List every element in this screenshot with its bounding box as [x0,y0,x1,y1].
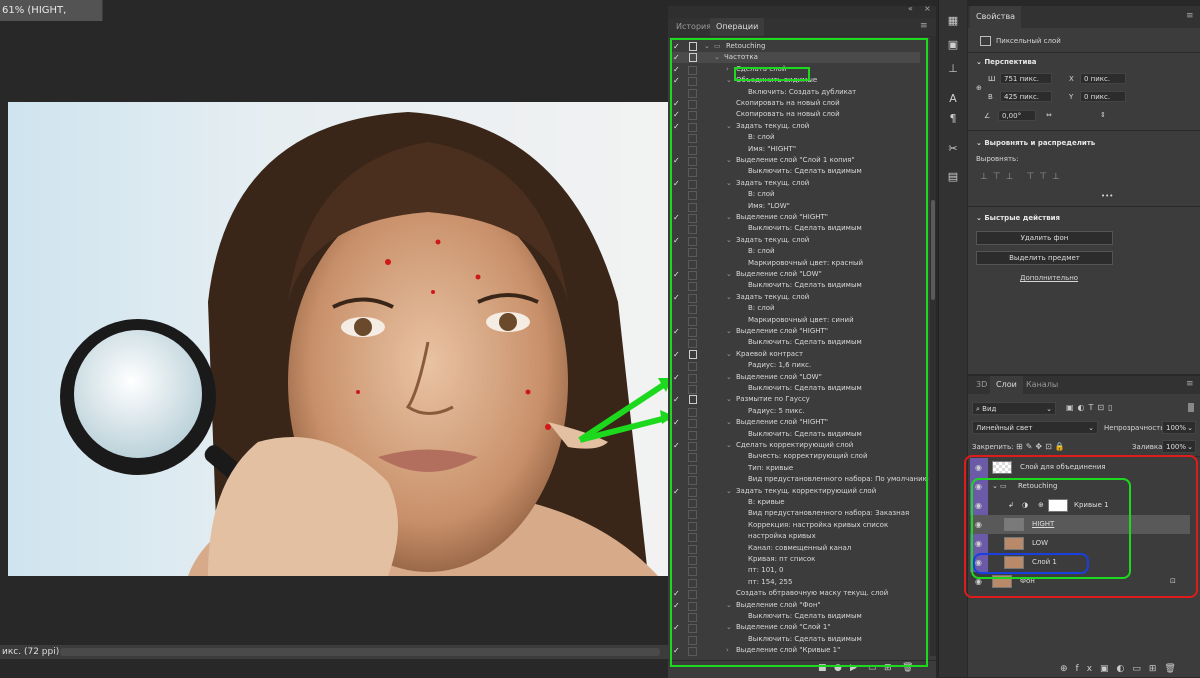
properties-tabbar: Свойства ≡ [968,6,1200,28]
align-buttons-icon[interactable]: ⊥⊤⊥ ⊤⊤⊥ [980,172,1065,182]
actions-scrollbar-thumb[interactable] [931,200,935,300]
highlight-make-layer [734,67,810,81]
width-field[interactable]: 751 пикс. [1000,73,1052,84]
align-header-label: Выровнять и распределить [984,139,1096,147]
panel-menu-icon[interactable]: ≡ [920,21,928,31]
y-field[interactable]: 0 пикс. [1080,91,1126,102]
history-icon[interactable]: ▦ [945,14,961,28]
tab-channels[interactable]: Каналы [1020,376,1064,394]
layer-type: Пиксельный слой [996,37,1061,45]
actions-scrollbar[interactable] [930,36,936,656]
w-label: Ш [988,75,996,83]
blend-mode-select[interactable]: Линейный свет ⌄ [972,421,1098,434]
remove-background-button[interactable]: Удалить фон [976,231,1113,245]
horizontal-scrollbar[interactable] [60,648,660,656]
properties-icon[interactable]: ▣ [945,38,961,52]
opacity-label: Непрозрачность: [1104,424,1167,432]
divider [968,206,1200,207]
height-field[interactable]: 425 пикс. [1000,91,1052,102]
opacity-field[interactable]: 100% ⌄ [1162,421,1196,434]
lock-label: Закрепить: [972,443,1014,451]
more-options-icon[interactable]: ••• [1101,192,1113,200]
fill-value: 100% [1166,443,1187,451]
link-icon[interactable]: ⊕ [976,84,982,92]
select-subject-button[interactable]: Выделить предмет [976,251,1113,265]
panel-menu-icon[interactable]: ≡ [1186,11,1194,21]
character-icon[interactable]: A [945,92,961,106]
flip-horizontal-icon[interactable]: ⇔ [1046,111,1052,119]
x-field[interactable]: 0 пикс. [1080,73,1126,84]
document-tab[interactable]: 61% (HIGHT, RGB/8#) *× [0,0,103,37]
bottom-strip [0,659,668,677]
layers-bottom-toolbar[interactable]: ⊕fx▣◐▭⊞🗑 [1060,664,1184,674]
perspective-label: Перспектива [984,58,1037,66]
angle-icon: ∠ [984,112,991,120]
h-label: В [988,93,993,101]
filter-kind-select[interactable]: ⌕ Вид ⌄ [972,402,1056,415]
blend-mode-value: Линейный свет [976,424,1033,432]
quick-actions-label: Быстрые действия [984,214,1061,222]
tab-actions[interactable]: Операции [710,18,765,36]
align-label: Выровнять: [976,155,1019,163]
align-header[interactable]: ⌄ Выровнять и распределить [976,139,1095,147]
zoom-info: икс. (72 ppi) [2,647,60,657]
close-panel-icon[interactable]: × [924,4,931,13]
paragraph-icon[interactable]: ¶ [945,112,961,126]
panel-menu-icon[interactable]: ≡ [1186,379,1194,389]
opacity-value: 100% [1166,424,1187,432]
x-label: X [1069,75,1074,83]
y-label: Y [1069,93,1074,101]
flip-vertical-icon[interactable]: ⇕ [1100,111,1106,119]
angle-field[interactable]: 0,00° [998,110,1036,121]
pixel-layer-icon [980,36,991,46]
filter-kind-value: Вид [982,405,997,413]
layers-tabbar: 3D Слои Каналы ≡ [968,376,1200,394]
more-link[interactable]: Дополнительно [1020,274,1078,282]
quick-actions-header[interactable]: ⌄ Быстрые действия [976,214,1060,222]
filter-toggle[interactable] [1188,403,1194,412]
fill-label: Заливка: [1132,443,1165,451]
collapse-icon[interactable]: « [908,4,913,13]
tab-properties[interactable]: Свойства [970,6,1022,28]
highlight-actions-list [670,38,928,667]
perspective-header[interactable]: ⌄ Перспектива [976,58,1037,66]
adjustments-icon[interactable]: ⊥ [945,62,961,76]
fill-field[interactable]: 100% ⌄ [1162,440,1196,453]
annotation-arrows [578,378,674,443]
highlight-layer-blue [973,553,1089,574]
info-icon[interactable]: ▤ [945,170,961,184]
canvas-image[interactable] [8,102,668,576]
lock-icons[interactable]: ⊞✎✥⊡🔒 [1016,442,1068,451]
divider [968,130,1200,131]
tools-icon[interactable]: ✂ [945,142,961,156]
actions-tabs: История Операции ≡ [668,18,936,37]
divider [968,52,1200,53]
filter-icons[interactable]: ▣◐T⊡▯ [1066,403,1117,412]
actions-panel-header: « × [668,4,936,18]
portrait-image [8,102,668,576]
tab-layers[interactable]: Слои [990,376,1023,394]
